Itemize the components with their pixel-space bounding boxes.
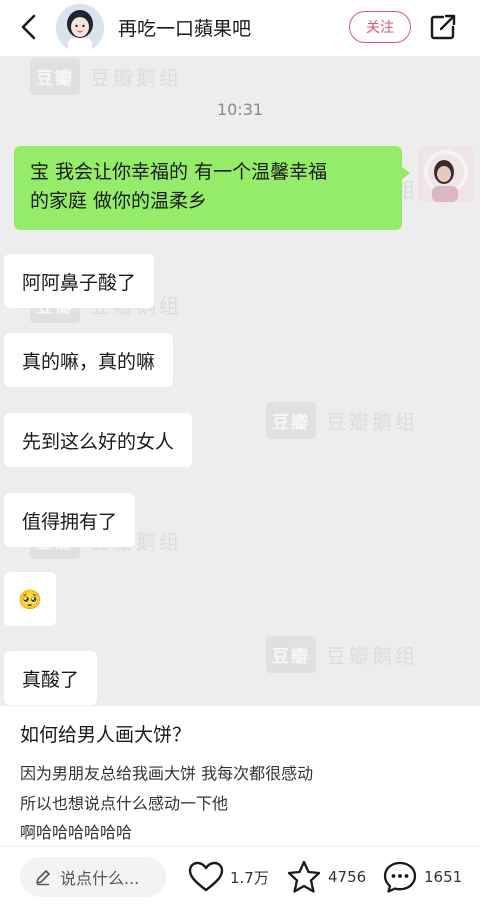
chat-message: 真酸了 xyxy=(4,651,98,705)
favorite-button[interactable]: 4756 xyxy=(286,859,366,895)
self-avatar xyxy=(418,146,474,202)
author-avatar[interactable] xyxy=(56,4,104,52)
watermark: 豆瓣豆瓣鹅组 xyxy=(30,58,182,95)
chevron-left-icon xyxy=(21,14,36,40)
self-message-line: 宝 我会让你幸福的 有一个温馨幸福 xyxy=(30,161,328,183)
comment-button[interactable]: 1651 xyxy=(382,859,462,895)
author-name[interactable]: 再吃一口蘋果吧 xyxy=(118,14,251,41)
post-title: 如何给男人画大饼？ xyxy=(20,724,192,746)
post-body-line: 啊哈哈哈哈哈哈 xyxy=(20,823,133,842)
top-nav-bar: 再吃一口蘋果吧 关注 xyxy=(0,0,480,56)
share-button[interactable] xyxy=(428,12,458,42)
like-count: 1.7万 xyxy=(230,868,269,887)
like-button[interactable]: 1.7万 xyxy=(188,859,269,895)
favorite-count: 4756 xyxy=(328,868,367,886)
emoji-message: 🥺 xyxy=(4,572,56,626)
chat-timestamp: 10:31 xyxy=(216,100,264,119)
comment-input[interactable]: 说点什么... xyxy=(20,857,166,897)
star-icon xyxy=(287,860,321,893)
post-body-line: 所以也想说点什么感动一下他 xyxy=(20,794,229,813)
chat-message: 真的嘛，真的嘛 xyxy=(4,333,174,387)
post-body-line: 因为男朋友总给我画大饼 我每次都很感动 xyxy=(20,764,314,783)
comment-count: 1651 xyxy=(424,868,463,886)
comment-icon xyxy=(383,861,417,893)
pencil-icon xyxy=(36,870,50,886)
self-message-line: 的家庭 做你的温柔乡 xyxy=(30,190,208,212)
bottom-action-bar: 说点什么... 1.7万 4756 1651 xyxy=(0,846,480,905)
chat-message: 阿阿鼻子酸了 xyxy=(4,254,155,308)
follow-button[interactable]: 关注 xyxy=(349,11,411,43)
post-content: 如何给男人画大饼？ 因为男朋友总给我画大饼 我每次都很感动 所以也想说点什么感动… xyxy=(0,706,480,846)
chat-screenshot: 豆瓣豆瓣鹅组 豆瓣豆瓣鹅组 豆瓣豆瓣鹅组 豆瓣豆瓣鹅组 豆瓣豆瓣鹅组 豆瓣豆瓣鹅… xyxy=(0,56,480,706)
back-button[interactable] xyxy=(14,12,44,42)
self-message-bubble: 宝 我会让你幸福的 有一个温馨幸福 的家庭 做你的温柔乡 xyxy=(14,146,410,230)
watermark: 豆瓣豆瓣鹅组 xyxy=(266,402,418,439)
chat-message: 值得拥有了 xyxy=(4,493,136,547)
share-icon xyxy=(430,14,456,40)
heart-icon xyxy=(188,861,224,892)
chat-message: 先到这么好的女人 xyxy=(4,413,193,467)
comment-placeholder: 说点什么... xyxy=(60,869,140,888)
watermark: 豆瓣豆瓣鹅组 xyxy=(266,636,418,673)
